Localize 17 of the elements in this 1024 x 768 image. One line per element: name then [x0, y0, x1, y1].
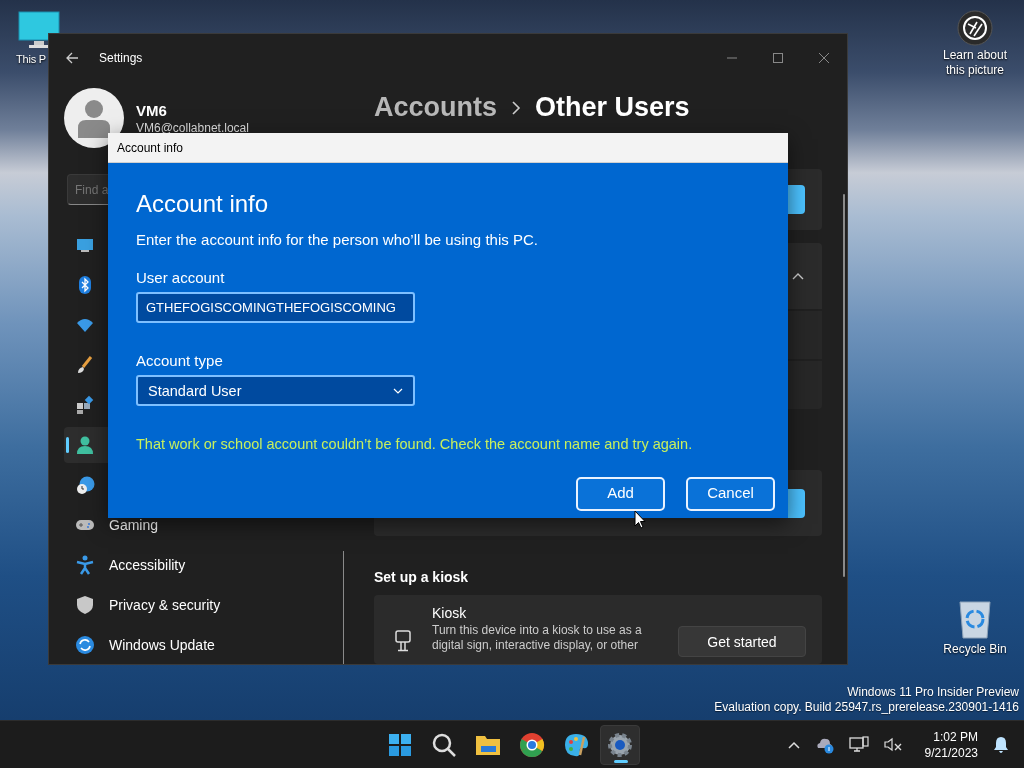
page-title: Other Users — [535, 92, 690, 124]
window-title: Settings — [99, 50, 144, 65]
build-info-text: Evaluation copy. Build 25947.rs_prerelease.230901-1416 — [714, 700, 1019, 715]
dialog-title: Account info — [117, 140, 184, 155]
build-info-text: Windows 11 Pro Insider Preview — [847, 685, 1019, 700]
field-label: User account — [136, 269, 225, 286]
dialog-description: Enter the account info for the person who’ll be using this PC. — [136, 231, 538, 248]
clock-date: 9/21/2023 — [924, 744, 978, 761]
user-email: VM6@collabnet.local — [136, 120, 249, 135]
section-heading: Set up a kiosk — [374, 569, 470, 586]
clock-time: 1:02 PM — [933, 728, 978, 745]
card-description: Turn this device into a kiosk to use as a digital sign, interactive display, or other — [432, 623, 643, 654]
card-title: Kiosk — [432, 605, 468, 622]
user-name: VM6 — [136, 101, 168, 119]
error-message: That work or school account couldn’t be found. Check the account name and try again. — [136, 436, 693, 452]
field-label: Account type — [136, 352, 223, 369]
dialog-heading: Account info — [136, 189, 269, 219]
